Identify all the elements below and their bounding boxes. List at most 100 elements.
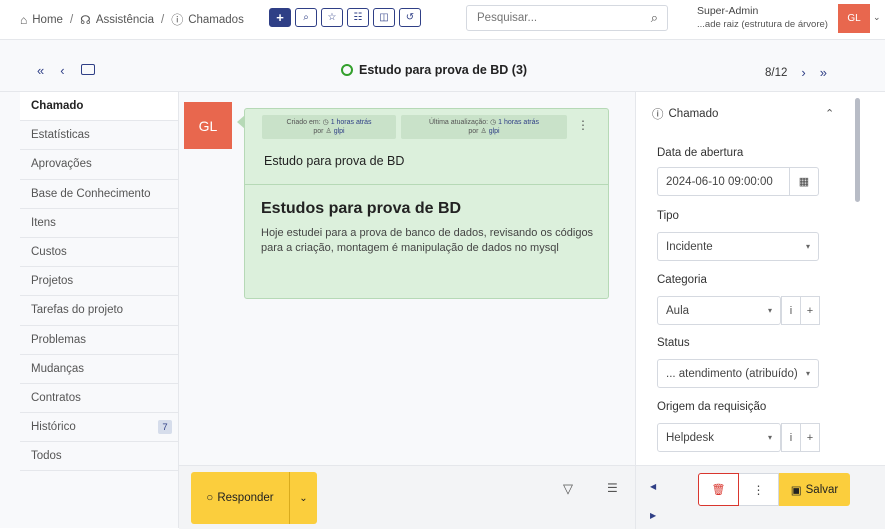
opening-date-field[interactable]: 2024-06-10 09:00:00 ▦ <box>657 167 819 196</box>
tab-base-conhecimento[interactable]: Base de Conhecimento <box>20 180 178 209</box>
request-source-label: Origem da requisição <box>657 401 767 413</box>
list-view-icon[interactable] <box>80 64 95 75</box>
user-avatar[interactable]: GL <box>838 4 870 33</box>
chevron-up-icon[interactable]: ⌃ <box>825 107 834 120</box>
user-name: Super-Admin <box>697 5 759 17</box>
previous-item-icon[interactable]: ‹ <box>60 63 64 78</box>
tab-projetos[interactable]: Projetos <box>20 267 178 297</box>
info-icon[interactable]: i <box>781 423 801 452</box>
filter-icon[interactable]: ▽ <box>563 481 573 497</box>
type-value: Incidente <box>666 240 713 253</box>
user-icon: ♙ <box>325 128 332 135</box>
star-icon[interactable]: ☆ <box>321 8 343 27</box>
tab-aprovacoes[interactable]: Aprovações <box>20 150 178 180</box>
toolbar: + ⌕ ☆ ☷ ◫ ↺ <box>269 8 421 27</box>
tab-contratos[interactable]: Contratos <box>20 384 178 414</box>
tab-mudancas[interactable]: Mudanças <box>20 355 178 384</box>
status-select[interactable]: ... atendimento (atribuído) ▾ <box>657 359 819 388</box>
left-gutter <box>0 92 20 528</box>
expand-right-icon[interactable]: ▶ <box>650 511 656 520</box>
plus-icon[interactable]: + <box>269 8 291 27</box>
created-label: Criado em: <box>286 119 321 126</box>
tab-historico[interactable]: Histórico 7 <box>20 413 178 443</box>
respond-label: Responder <box>217 492 274 504</box>
user-menu[interactable]: Super-Admin ...ade raiz (estrutura de ár… <box>697 5 828 31</box>
info-icon[interactable]: i <box>781 296 801 325</box>
breadcrumb: ⌂ Home / ☊ Assistência / ⓘ Chamados <box>20 11 244 28</box>
tab-custos[interactable]: Custos <box>20 238 178 268</box>
next-item-icon[interactable]: › <box>801 65 805 80</box>
section-header[interactable]: ⓘ Chamado <box>652 106 718 122</box>
tab-problemas[interactable]: Problemas <box>20 326 178 355</box>
delete-button[interactable]: 🗑 <box>698 473 739 506</box>
category-value: Aula <box>666 304 690 317</box>
respond-button[interactable]: ○ Responder <box>191 472 290 524</box>
created-by-label: por <box>313 128 324 135</box>
add-source-icon[interactable]: + <box>800 423 820 452</box>
opening-date-label: Data de abertura <box>657 147 744 159</box>
created-user[interactable]: glpi <box>334 128 345 135</box>
columns-icon[interactable]: ◫ <box>373 8 395 27</box>
request-source-value: Helpdesk <box>666 431 714 444</box>
updated-badge: Última atualização: ◷ 1 horas atrás por … <box>401 115 567 139</box>
global-search: ⌕ <box>466 5 668 31</box>
save-label: Salvar <box>805 483 839 496</box>
breadcrumb-assistance[interactable]: Assistência <box>96 14 154 26</box>
home-icon: ⌂ <box>20 12 28 27</box>
add-category-icon[interactable]: + <box>800 296 820 325</box>
updated-time[interactable]: 1 horas atrás <box>498 119 539 126</box>
request-source-select[interactable]: Helpdesk ▾ <box>657 423 781 452</box>
updated-label: Última atualização: <box>428 119 489 126</box>
ticket-tabs: Chamado Estatísticas Aprovações Base de … <box>20 92 179 528</box>
template-icon[interactable]: ☷ <box>347 8 369 27</box>
breadcrumb-separator: / <box>69 13 74 26</box>
ticket-navbar: « ‹ Estudo para prova de BD (3) 8/12 › » <box>0 40 885 92</box>
tab-chamado[interactable]: Chamado <box>20 92 178 122</box>
category-select[interactable]: Aula ▾ <box>657 296 781 325</box>
first-item-icon[interactable]: « <box>37 63 44 78</box>
tab-todos[interactable]: Todos <box>20 442 178 472</box>
search-icon[interactable]: ⌕ <box>651 10 658 26</box>
tab-label: Histórico <box>31 421 76 434</box>
breadcrumb-tickets[interactable]: Chamados <box>188 14 244 26</box>
tab-label: Estatísticas <box>31 129 90 142</box>
tab-label: Custos <box>31 246 67 259</box>
more-actions-icon[interactable]: ⋮ <box>577 118 589 132</box>
dropdown-arrow-icon: ▾ <box>805 242 810 251</box>
tab-estatisticas[interactable]: Estatísticas <box>20 121 178 151</box>
save-icon: ▣ <box>790 484 802 497</box>
author-avatar: GL <box>184 102 232 149</box>
chevron-down-icon[interactable]: ⌄ <box>290 472 317 524</box>
breadcrumb-home[interactable]: Home <box>32 14 63 26</box>
more-options-button[interactable]: ⋮ <box>739 473 779 506</box>
card-divider <box>245 184 608 185</box>
tab-itens[interactable]: Itens <box>20 209 178 238</box>
search-icon[interactable]: ⌕ <box>295 8 317 27</box>
updated-by-label: por <box>468 128 479 135</box>
tab-label: Tarefas do projeto <box>31 304 124 317</box>
last-item-icon[interactable]: » <box>820 65 827 80</box>
status-value: ... atendimento (atribuído) <box>666 367 798 380</box>
reset-icon[interactable]: ↺ <box>399 8 421 27</box>
trash-icon: 🗑 <box>711 484 726 496</box>
tab-label: Contratos <box>31 391 81 404</box>
updated-user[interactable]: glpi <box>489 128 500 135</box>
tab-label: Aprovações <box>31 158 92 171</box>
calendar-icon[interactable]: ▦ <box>789 168 818 195</box>
user-icon: ♙ <box>480 128 487 135</box>
type-label: Tipo <box>657 210 679 222</box>
collapse-left-icon[interactable]: ◀ <box>650 482 656 491</box>
chevron-down-icon[interactable]: ⌄ <box>873 12 881 23</box>
search-input[interactable] <box>467 6 632 30</box>
panel-scrollbar[interactable] <box>855 98 860 202</box>
type-select[interactable]: Incidente ▾ <box>657 232 819 261</box>
clock-icon: ◷ <box>322 119 329 126</box>
save-button[interactable]: ▣ Salvar <box>779 473 850 506</box>
tab-label: Todos <box>31 450 62 463</box>
top-bar: ⌂ Home / ☊ Assistência / ⓘ Chamados + ⌕ … <box>0 0 885 40</box>
dropdown-arrow-icon: ▾ <box>767 306 772 315</box>
list-order-icon[interactable]: ☰ <box>607 481 618 495</box>
tab-label: Base de Conhecimento <box>31 187 151 200</box>
created-time[interactable]: 1 horas atrás <box>331 119 372 126</box>
tab-tarefas-projeto[interactable]: Tarefas do projeto <box>20 296 178 326</box>
